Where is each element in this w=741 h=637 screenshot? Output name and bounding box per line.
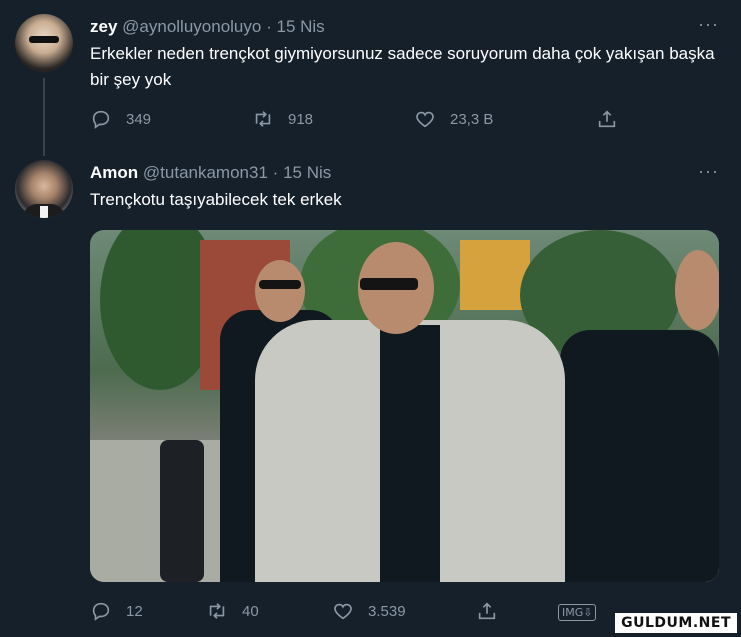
tweet-media-image[interactable] xyxy=(90,230,719,582)
avatar-shirt xyxy=(40,206,48,218)
display-name[interactable]: Amon xyxy=(90,163,138,182)
reply-button[interactable]: 349 xyxy=(90,108,151,130)
like-icon xyxy=(334,603,352,620)
like-button[interactable]: 3.539 xyxy=(332,600,406,622)
reply-icon xyxy=(92,110,110,129)
media-head xyxy=(255,260,305,322)
tweet-header: Amon @tutankamon31 · 15 Nis xyxy=(90,163,331,183)
reply-count: 349 xyxy=(126,110,152,128)
media-sunglasses xyxy=(360,278,418,290)
user-handle[interactable]: @tutankamon31 xyxy=(143,163,268,182)
retweet-icon xyxy=(255,111,271,127)
more-icon[interactable]: ··· xyxy=(698,14,719,35)
image-download-badge[interactable]: IMG⇩ xyxy=(558,604,597,621)
more-icon[interactable]: ··· xyxy=(698,161,719,182)
tweet-date[interactable]: 15 Nis xyxy=(276,17,324,36)
separator-dot: · xyxy=(266,17,272,36)
avatar-sunglasses xyxy=(29,36,59,43)
reply-icon xyxy=(92,602,110,621)
tweet-text: Erkekler neden trençkot giymiyorsunuz sa… xyxy=(90,44,715,89)
retweet-count: 40 xyxy=(242,602,259,620)
media-foreground-object xyxy=(160,440,204,582)
separator-dot: · xyxy=(272,163,279,182)
site-watermark: GULDUM.NET xyxy=(615,613,737,633)
avatar[interactable] xyxy=(15,160,73,218)
media-shirt xyxy=(380,325,440,582)
like-icon xyxy=(416,111,434,128)
avatar[interactable] xyxy=(15,14,73,72)
tweet-header: zey @aynolluyonoluyo · 15 Nis xyxy=(90,17,325,37)
tweet-date[interactable]: 15 Nis xyxy=(283,163,331,182)
share-button[interactable] xyxy=(476,600,512,622)
user-handle[interactable]: @aynolluyonoluyo xyxy=(122,17,261,36)
retweet-button[interactable]: 918 xyxy=(252,108,313,130)
reply-count: 12 xyxy=(126,602,143,620)
thread-line xyxy=(43,78,45,156)
share-icon xyxy=(598,110,616,128)
like-button[interactable]: 23,3 B xyxy=(414,108,493,130)
retweet-icon xyxy=(209,603,225,619)
media-sunglasses xyxy=(259,280,301,289)
media-head xyxy=(675,250,719,330)
share-icon xyxy=(478,602,496,620)
media-person-right xyxy=(560,330,719,582)
display-name[interactable]: zey xyxy=(90,17,117,36)
like-count: 3.539 xyxy=(368,602,406,620)
like-count: 23,3 B xyxy=(450,110,494,128)
tweet-text: Trençkotu taşıyabilecek tek erkek xyxy=(90,190,342,209)
tweet-1[interactable]: zey @aynolluyonoluyo · 15 Nis ··· Erkekl… xyxy=(0,0,741,150)
reply-button[interactable]: 12 xyxy=(90,600,143,622)
action-bar: 349 918 23,3 B xyxy=(90,108,650,132)
share-button[interactable] xyxy=(596,108,632,130)
retweet-button[interactable]: 40 xyxy=(206,600,259,622)
retweet-count: 918 xyxy=(288,110,314,128)
